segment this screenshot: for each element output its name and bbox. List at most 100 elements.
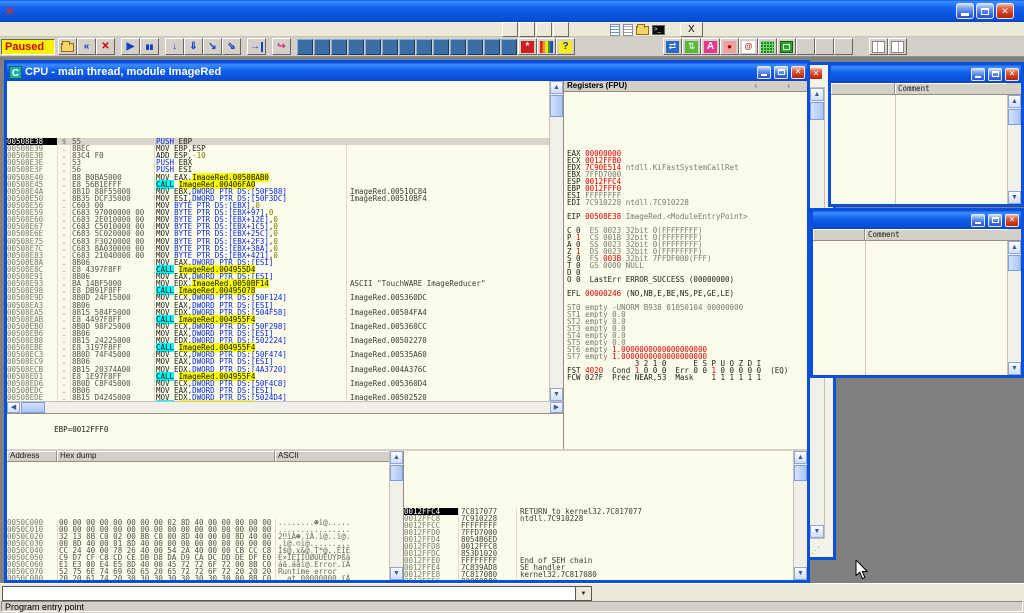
blank-button[interactable] <box>815 38 834 55</box>
menu-item[interactable] <box>28 22 42 37</box>
notes-icon[interactable] <box>610 24 620 36</box>
scroll-down-icon[interactable]: ▼ <box>810 525 824 538</box>
scroll-up-icon[interactable]: ▲ <box>390 451 403 464</box>
help-button[interactable]: ? <box>556 38 575 55</box>
appearance-button[interactable] <box>537 38 556 55</box>
pause-button[interactable]: ▮▮ <box>140 38 159 55</box>
command-combobox[interactable]: ▼ <box>2 586 592 601</box>
command-input[interactable] <box>3 587 575 600</box>
info-pane[interactable]: EBP=0012FFF0 <box>7 413 563 449</box>
maximize-button[interactable] <box>988 214 1002 227</box>
grid-button[interactable] <box>758 38 777 55</box>
menu-item[interactable] <box>14 22 28 37</box>
resize-grip[interactable]: ⋰ <box>811 545 820 555</box>
registers-pane[interactable]: Registers (FPU)‹ ‹ EAX 00000000ECX 0012F… <box>563 81 807 449</box>
pane-letter-button[interactable] <box>433 39 449 55</box>
maximize-button[interactable] <box>988 68 1002 81</box>
disasm-scrollbar[interactable]: ▲ ▼ <box>549 81 563 401</box>
scroll-thumb[interactable] <box>1008 255 1021 271</box>
pane-letter-button[interactable] <box>382 39 398 55</box>
pane-letter-button[interactable] <box>297 39 313 55</box>
animate-over-button[interactable]: ⇘ <box>222 38 241 55</box>
swap-button[interactable]: ⇄ <box>663 38 682 55</box>
pane-letter-button[interactable] <box>314 39 330 55</box>
assemble-button[interactable]: A <box>701 38 720 55</box>
hscroll-thumb[interactable] <box>21 402 45 413</box>
scroll-up-icon[interactable]: ▲ <box>1008 95 1021 108</box>
comment-window-1-body[interactable] <box>831 95 1007 204</box>
dump-row[interactable]: 0050C08020 20 61 74 20 30 30 30 30 30 30… <box>7 575 389 580</box>
main-titlebar[interactable]: ✳ ✕ <box>0 0 1024 22</box>
combobox-dropdown-icon[interactable]: ▼ <box>575 587 591 600</box>
scroll-left-icon[interactable]: ◀ <box>7 402 20 413</box>
pane-letter-button[interactable] <box>450 39 466 55</box>
menu-item[interactable] <box>56 22 70 37</box>
scroll-thumb[interactable] <box>550 95 563 117</box>
step-over-button[interactable]: ⇓ <box>184 38 203 55</box>
scroll-up-icon[interactable]: ▲ <box>810 88 824 101</box>
execute-till-return-button[interactable]: → <box>247 38 266 55</box>
registers-header-buttons[interactable]: ‹ ‹ <box>754 81 804 91</box>
comment-window-2-scrollbar[interactable]: ▲ ▼ <box>1007 241 1021 375</box>
stack-row[interactable]: 0012FFEC00000000 <box>404 578 793 580</box>
scroll-thumb[interactable] <box>1008 109 1021 125</box>
comment-window-2-body[interactable] <box>813 241 1007 375</box>
close-button[interactable]: ✕ <box>1005 214 1019 227</box>
restore-button[interactable] <box>976 3 994 19</box>
spiral-button[interactable]: @ <box>739 38 758 55</box>
pane-letter-button[interactable] <box>416 39 432 55</box>
disasm-row[interactable]: 00508E3B.83C4 F0ADD ESP,-10 <box>7 152 549 159</box>
menu-item[interactable] <box>42 22 56 37</box>
cpu-minimize-button[interactable] <box>757 66 771 79</box>
background-window-close-button[interactable]: ✕ <box>809 67 823 80</box>
plugin-button[interactable] <box>536 22 552 37</box>
pane-letter-button[interactable] <box>484 39 500 55</box>
menu-item[interactable] <box>0 22 14 37</box>
plugin-close-button[interactable]: X <box>680 22 703 37</box>
scroll-down-icon[interactable]: ▼ <box>550 388 563 401</box>
scroll-down-icon[interactable]: ▼ <box>1008 191 1021 204</box>
register-line[interactable]: EFL 00000246 (NO,NB,E,BE,NS,PE,GE,LE) <box>567 290 807 297</box>
disasm-hscrollbar[interactable]: ◀ ▶ <box>7 401 563 413</box>
menu-item[interactable] <box>112 22 126 37</box>
scroll-up-icon[interactable]: ▲ <box>550 81 563 94</box>
blank-button[interactable] <box>834 38 853 55</box>
scroll-down-icon[interactable]: ▼ <box>794 567 807 580</box>
register-line[interactable]: O 0 LastErr ERROR_SUCCESS (00000000) <box>567 276 807 283</box>
minimize-button[interactable] <box>971 214 985 227</box>
minimize-button[interactable] <box>956 3 974 19</box>
disasm-row[interactable]: 00508E3E.53PUSH EBX <box>7 159 549 166</box>
cpu-close-button[interactable]: ✕ <box>791 66 805 79</box>
register-line[interactable]: EIP 00508E38 ImageRed.<ModuleEntryPoint> <box>567 213 807 220</box>
comment-window-1-scrollbar[interactable]: ▲ ▼ <box>1007 95 1021 204</box>
plugin-button[interactable] <box>502 22 518 37</box>
cpu-titlebar[interactable]: C CPU - main thread, module ImageRed ✕ <box>7 63 807 81</box>
cpu-maximize-button[interactable] <box>774 66 788 79</box>
pane-letter-button[interactable] <box>467 39 483 55</box>
updown-button[interactable]: ⇅ <box>682 38 701 55</box>
register-line[interactable]: EDI 7C910228 ntdll.7C910228 <box>567 199 807 206</box>
open-file-button[interactable] <box>58 38 77 55</box>
console-icon[interactable]: >_ <box>652 25 665 35</box>
scroll-up-icon[interactable]: ▲ <box>794 451 807 464</box>
scroll-thumb[interactable] <box>390 465 403 481</box>
menu-item[interactable] <box>84 22 98 37</box>
disasm-pane[interactable]: 00508E38$55PUSH EBP 00508E39.8BECMOV EBP… <box>7 81 549 401</box>
pane-letter-button[interactable] <box>501 39 517 55</box>
window-button[interactable] <box>777 38 796 55</box>
pane-letter-button[interactable] <box>348 39 364 55</box>
scroll-down-icon[interactable]: ▼ <box>1008 362 1021 375</box>
plugin-button[interactable] <box>519 22 535 37</box>
animate-into-button[interactable]: ↘ <box>203 38 222 55</box>
record-button[interactable]: ● <box>720 38 739 55</box>
scroll-up-icon[interactable]: ▲ <box>1008 241 1021 254</box>
step-into-button[interactable]: ↓ <box>165 38 184 55</box>
options-button[interactable]: * <box>518 38 537 55</box>
pane-letter-button[interactable] <box>399 39 415 55</box>
scroll-right-icon[interactable]: ▶ <box>550 402 563 413</box>
panes-layout-button[interactable] <box>869 38 888 55</box>
close-program-button[interactable]: ✕ <box>96 38 115 55</box>
stack-scrollbar[interactable]: ▲ ▼ <box>793 451 807 580</box>
dump-scrollbar[interactable]: ▲ ▼ <box>389 451 403 580</box>
menu-item[interactable] <box>70 22 84 37</box>
